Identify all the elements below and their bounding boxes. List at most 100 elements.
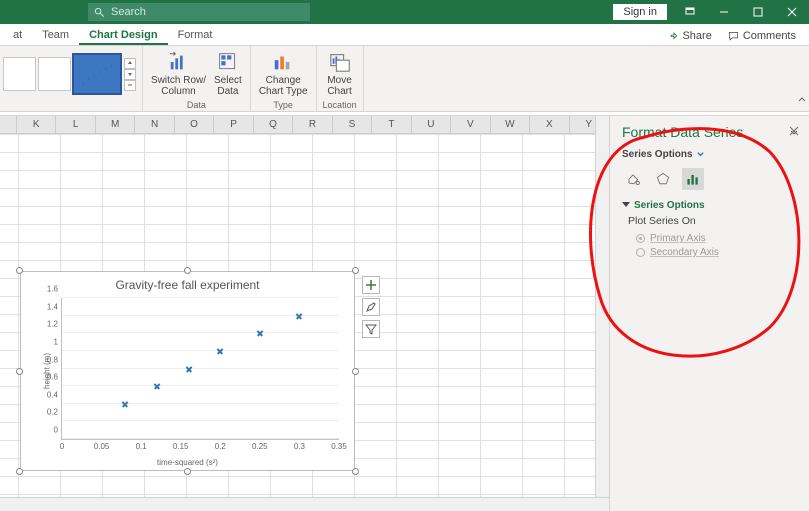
style-thumb-selected[interactable] <box>73 54 121 94</box>
resize-handle[interactable] <box>16 267 23 274</box>
column-header[interactable]: L <box>56 116 95 133</box>
comments-button[interactable]: Comments <box>721 27 803 45</box>
comment-icon <box>728 31 739 42</box>
location-group-label: Location <box>323 100 357 111</box>
bar-chart-icon <box>685 171 701 187</box>
select-data-button[interactable]: Select Data <box>212 51 244 97</box>
column-header[interactable]: Q <box>254 116 293 133</box>
format-pane: Format Data Series Series Options Series… <box>609 116 809 511</box>
pentagon-icon <box>655 171 671 187</box>
column-header[interactable]: O <box>175 116 214 133</box>
tab-team[interactable]: Team <box>32 25 79 45</box>
resize-handle[interactable] <box>352 468 359 475</box>
plus-icon <box>365 279 377 291</box>
column-header[interactable]: K <box>17 116 56 133</box>
close-button[interactable] <box>775 0 809 24</box>
switch-row-column-button[interactable]: Switch Row/ Column <box>149 51 208 97</box>
titlebar: Search Sign in <box>0 0 809 24</box>
series-options-section[interactable]: Series Options <box>622 200 799 211</box>
pane-title: Format Data Series <box>622 124 799 140</box>
chart-title[interactable]: Gravity-free fall experiment <box>21 278 354 292</box>
move-chart-button[interactable]: Move Chart <box>325 51 353 97</box>
tab-format[interactable]: Format <box>168 25 223 45</box>
embedded-chart[interactable]: Gravity-free fall experiment height (m) … <box>20 271 355 471</box>
data-group: Switch Row/ Column Select Data Data <box>143 46 251 111</box>
column-header[interactable]: R <box>293 116 332 133</box>
column-header[interactable]: X <box>530 116 569 133</box>
resize-handle[interactable] <box>184 267 191 274</box>
radio-icon <box>636 234 645 243</box>
ribbon-tabs: at Team Chart Design Format Share Commen… <box>0 24 809 46</box>
pane-close-button[interactable] <box>789 126 801 138</box>
tab-chart-design[interactable]: Chart Design <box>79 25 167 45</box>
worksheet[interactable]: KLMNOPQRSTUVWXY Gravity-free fall experi… <box>0 116 609 511</box>
brush-icon <box>365 301 377 313</box>
column-header[interactable]: P <box>214 116 253 133</box>
ribbon: Switch Row/ Column Select Data Data Chan… <box>0 46 809 112</box>
filter-icon <box>365 323 377 335</box>
chart-styles-group <box>0 46 143 111</box>
data-point[interactable] <box>122 400 129 407</box>
resize-handle[interactable] <box>16 468 23 475</box>
data-point[interactable] <box>153 383 160 390</box>
share-icon <box>667 31 678 42</box>
horizontal-scrollbar[interactable] <box>0 497 609 511</box>
sign-in-button[interactable]: Sign in <box>613 4 667 20</box>
share-button[interactable]: Share <box>660 27 718 45</box>
data-point[interactable] <box>185 365 192 372</box>
vertical-scrollbar[interactable] <box>595 116 609 497</box>
maximize-button[interactable] <box>741 0 775 24</box>
change-chart-type-button[interactable]: Change Chart Type <box>257 51 310 97</box>
effects-tab[interactable] <box>652 168 674 190</box>
move-chart-icon <box>329 51 351 73</box>
style-thumb-1[interactable] <box>3 57 36 91</box>
data-point[interactable] <box>296 312 303 319</box>
data-group-label: Data <box>187 100 206 111</box>
series-options-dropdown[interactable]: Series Options <box>622 149 799 160</box>
switch-icon <box>168 51 190 73</box>
change-chart-type-icon <box>272 51 294 73</box>
style-thumb-2[interactable] <box>38 57 71 91</box>
chevron-down-icon <box>696 150 705 159</box>
chart-filters-button[interactable] <box>362 320 380 338</box>
resize-handle[interactable] <box>352 368 359 375</box>
minimize-button[interactable] <box>707 0 741 24</box>
search-icon <box>94 7 105 18</box>
ribbon-display-options[interactable] <box>673 0 707 24</box>
search-input[interactable]: Search <box>88 3 310 21</box>
column-header[interactable]: N <box>135 116 174 133</box>
select-data-icon <box>218 52 238 72</box>
plot-area[interactable]: 00.20.40.60.811.21.41.600.050.10.150.20.… <box>61 298 339 440</box>
collapse-triangle-icon <box>622 202 630 207</box>
x-axis-label[interactable]: time-squared (s²) <box>21 458 354 467</box>
column-headers: KLMNOPQRSTUVWXY <box>0 116 609 134</box>
column-header[interactable]: V <box>451 116 490 133</box>
column-header[interactable]: T <box>372 116 411 133</box>
type-group-label: Type <box>273 100 293 111</box>
resize-handle[interactable] <box>184 468 191 475</box>
search-placeholder: Search <box>111 6 146 18</box>
secondary-axis-radio[interactable]: Secondary Axis <box>636 247 799 258</box>
plot-series-on-label: Plot Series On <box>628 215 799 227</box>
primary-axis-radio[interactable]: Primary Axis <box>636 233 799 244</box>
gallery-scroll[interactable] <box>124 58 136 91</box>
data-point[interactable] <box>256 330 263 337</box>
paint-bucket-icon <box>625 171 641 187</box>
collapse-ribbon-button[interactable] <box>797 92 807 110</box>
chart-styles-button[interactable] <box>362 298 380 316</box>
tab-partial[interactable]: at <box>3 25 32 45</box>
chart-elements-button[interactable] <box>362 276 380 294</box>
column-header[interactable]: U <box>412 116 451 133</box>
location-group: Move Chart Location <box>317 46 364 111</box>
column-header[interactable]: W <box>491 116 530 133</box>
resize-handle[interactable] <box>352 267 359 274</box>
series-options-tab[interactable] <box>682 168 704 190</box>
type-group: Change Chart Type Type <box>251 46 317 111</box>
chart-styles-gallery[interactable] <box>2 54 136 94</box>
data-point[interactable] <box>217 347 224 354</box>
radio-icon <box>636 248 645 257</box>
column-header[interactable]: S <box>333 116 372 133</box>
fill-and-line-tab[interactable] <box>622 168 644 190</box>
column-header[interactable]: M <box>96 116 135 133</box>
resize-handle[interactable] <box>16 368 23 375</box>
